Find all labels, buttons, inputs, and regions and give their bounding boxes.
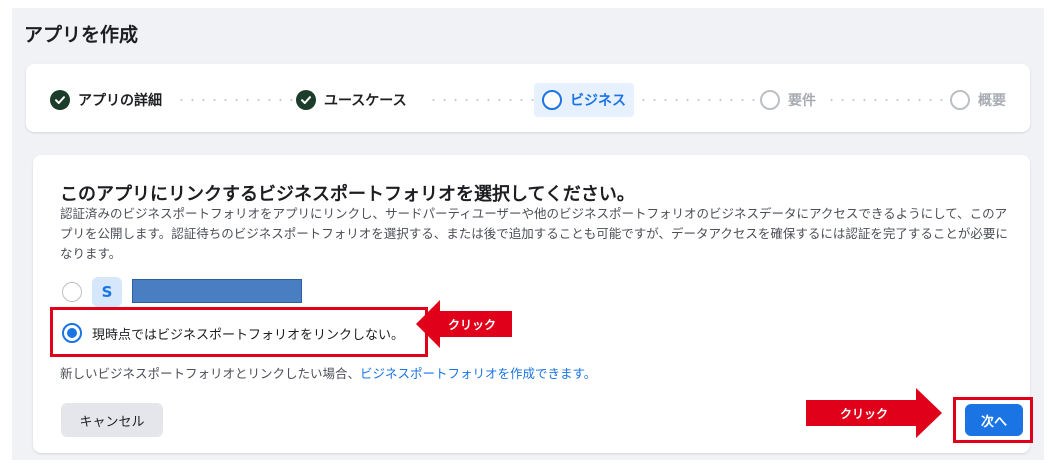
create-portfolio-link[interactable]: ビジネスポートフォリオを作成できます。 [360, 366, 596, 381]
highlight-box-option [50, 307, 428, 357]
progress-stepper: アプリの詳細 ユースケース ビジネス 要件 概要 [26, 64, 1030, 132]
step-business[interactable]: ビジネス [534, 83, 634, 117]
circle-icon [950, 90, 970, 110]
step-connector [428, 99, 540, 101]
step-requirements[interactable]: 要件 [760, 83, 816, 117]
card-description: 認証済みのビジネスポートフォリオをアプリにリンクし、サードパーティユーザーや他の… [60, 206, 1008, 261]
click-annotation-label: クリック [840, 407, 888, 421]
step-label: ユースケース [324, 93, 407, 109]
step-connector [638, 99, 756, 101]
check-circle-icon [50, 90, 70, 110]
page-title: アプリを作成 [24, 24, 139, 46]
step-label: 概要 [978, 93, 1006, 109]
click-arrow-right-icon: クリック [806, 388, 942, 438]
cancel-button[interactable]: キャンセル [61, 403, 163, 437]
click-annotation-label: クリック [448, 318, 496, 332]
step-label: ビジネス [570, 93, 626, 109]
step-app-details[interactable]: アプリの詳細 [50, 83, 162, 117]
business-avatar: S [92, 277, 122, 307]
step-connector [176, 99, 294, 101]
circle-icon [542, 90, 562, 110]
step-connector [826, 99, 946, 101]
circle-icon [760, 90, 780, 110]
note-text: 新しいビジネスポートフォリオとリンクしたい場合、 [60, 366, 361, 381]
step-label: 要件 [788, 93, 816, 109]
click-arrow-left-icon: クリック [416, 300, 512, 348]
step-label: アプリの詳細 [78, 93, 162, 109]
business-portfolio-radio[interactable] [62, 282, 82, 302]
highlight-box-next [953, 397, 1033, 443]
step-use-case[interactable]: ユースケース [296, 83, 407, 117]
card-title: このアプリにリンクするビジネスポートフォリオを選択してください。 [60, 184, 635, 205]
create-portfolio-note: 新しいビジネスポートフォリオとリンクしたい場合、ビジネスポートフォリオを作成でき… [60, 363, 596, 382]
check-circle-icon [296, 90, 316, 110]
step-summary[interactable]: 概要 [950, 83, 1006, 117]
redacted-business-name [132, 279, 302, 303]
